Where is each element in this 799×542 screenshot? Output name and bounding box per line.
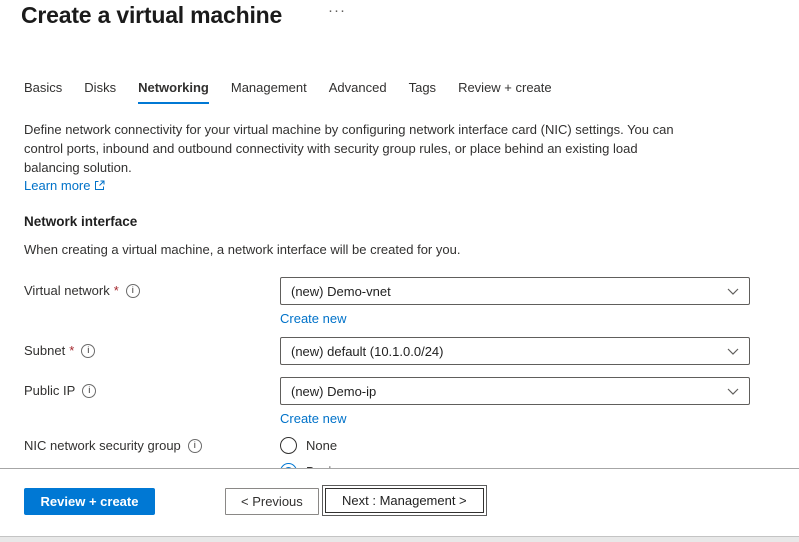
create-new-vnet-link[interactable]: Create new: [280, 309, 346, 328]
public-ip-label: Public IP: [24, 383, 75, 398]
next-management-button[interactable]: Next : Management >: [325, 488, 484, 513]
next-button-focus-ring: Next : Management >: [322, 485, 487, 516]
required-marker: *: [114, 283, 119, 298]
external-link-icon: [94, 180, 105, 191]
bottom-edge-strip: [0, 536, 799, 542]
required-marker: *: [69, 343, 74, 358]
chevron-down-icon: [727, 288, 739, 295]
create-vm-page: Create a virtual machine ··· Basics Disk…: [0, 0, 799, 542]
radio-option-basic[interactable]: Basic: [280, 458, 750, 469]
public-ip-row: Public IP (new) Demo-ip Create new: [0, 377, 799, 428]
virtual-network-label-cell: Virtual network *: [24, 277, 280, 298]
footer-bar: Review + create < Previous Next : Manage…: [0, 469, 799, 536]
nic-nsg-row: NIC network security group None Basic Ad…: [0, 432, 799, 469]
public-ip-select[interactable]: (new) Demo-ip: [280, 377, 750, 405]
tab-bar: Basics Disks Networking Management Advan…: [24, 80, 799, 104]
virtual-network-label: Virtual network: [24, 283, 110, 298]
tab-review-create[interactable]: Review + create: [458, 80, 552, 104]
virtual-network-select[interactable]: (new) Demo-vnet: [280, 277, 750, 305]
info-icon[interactable]: [82, 384, 96, 398]
radio-icon: [280, 437, 297, 454]
chevron-down-icon: [727, 348, 739, 355]
virtual-network-value: (new) Demo-vnet: [291, 284, 391, 299]
page-header: Create a virtual machine ···: [0, 0, 799, 30]
tab-networking[interactable]: Networking: [138, 80, 209, 104]
more-options-icon[interactable]: ···: [328, 2, 346, 19]
tab-tags[interactable]: Tags: [409, 80, 436, 104]
tab-basics[interactable]: Basics: [24, 80, 62, 104]
section-description: When creating a virtual machine, a netwo…: [24, 242, 775, 257]
radio-label: None: [306, 438, 337, 453]
info-icon[interactable]: [81, 344, 95, 358]
previous-button[interactable]: < Previous: [225, 488, 319, 515]
public-ip-value: (new) Demo-ip: [291, 384, 376, 399]
content-area: Create a virtual machine ··· Basics Disk…: [0, 0, 799, 469]
page-title: Create a virtual machine: [21, 2, 799, 29]
create-new-public-ip-link[interactable]: Create new: [280, 409, 346, 428]
section-title: Network interface: [24, 214, 799, 229]
nic-nsg-label-cell: NIC network security group: [24, 432, 280, 453]
nic-nsg-options: None Basic Advanced: [280, 432, 750, 469]
subnet-select[interactable]: (new) default (10.1.0.0/24): [280, 337, 750, 365]
virtual-network-field-cell: (new) Demo-vnet Create new: [280, 277, 750, 328]
chevron-down-icon: [727, 388, 739, 395]
subnet-label: Subnet: [24, 343, 65, 358]
radio-option-none[interactable]: None: [280, 432, 750, 458]
virtual-network-row: Virtual network * (new) Demo-vnet Create…: [0, 277, 799, 328]
subnet-value: (new) default (10.1.0.0/24): [291, 344, 443, 359]
learn-more-link[interactable]: Learn more: [24, 178, 105, 193]
review-create-button[interactable]: Review + create: [24, 488, 155, 515]
public-ip-label-cell: Public IP: [24, 377, 280, 398]
info-icon[interactable]: [188, 439, 202, 453]
subnet-row: Subnet * (new) default (10.1.0.0/24): [0, 337, 799, 365]
subnet-label-cell: Subnet *: [24, 337, 280, 358]
tab-description: Define network connectivity for your vir…: [24, 120, 682, 177]
subnet-field-cell: (new) default (10.1.0.0/24): [280, 337, 750, 365]
nic-nsg-label: NIC network security group: [24, 438, 181, 453]
tab-disks[interactable]: Disks: [84, 80, 116, 104]
learn-more-label: Learn more: [24, 178, 90, 193]
info-icon[interactable]: [126, 284, 140, 298]
tab-advanced[interactable]: Advanced: [329, 80, 387, 104]
tab-management[interactable]: Management: [231, 80, 307, 104]
public-ip-field-cell: (new) Demo-ip Create new: [280, 377, 750, 428]
